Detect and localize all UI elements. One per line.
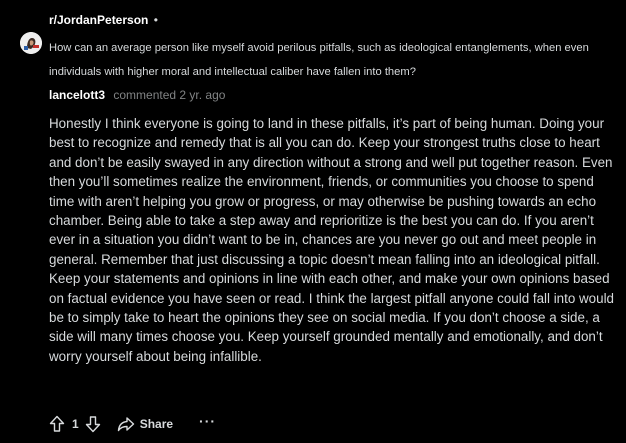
subreddit-avatar-image (20, 32, 42, 54)
subreddit-line: r/JordanPeterson • (49, 13, 158, 27)
upvote-arrow-icon[interactable] (49, 415, 65, 433)
vote-count: 1 (72, 417, 79, 431)
share-arrow-icon (117, 416, 135, 432)
share-label: Share (139, 417, 174, 431)
comment-meta: lancelott3 commented 2 yr. ago (49, 88, 225, 102)
downvote-arrow-icon[interactable] (85, 415, 101, 433)
post-title[interactable]: How can an average person like myself av… (49, 36, 609, 84)
comment-actions-bar: 1 Share ··· (49, 413, 216, 435)
comment-action: commented (113, 88, 177, 102)
separator-dot: • (153, 13, 158, 27)
comment-timestamp[interactable]: 2 yr. ago (179, 88, 225, 102)
more-options-button[interactable]: ··· (199, 413, 216, 429)
subreddit-avatar[interactable] (20, 32, 42, 54)
subreddit-name[interactable]: r/JordanPeterson (49, 13, 148, 27)
share-button[interactable]: Share (117, 416, 173, 432)
comment-body: Honestly I think everyone is going to la… (49, 116, 614, 364)
comment-author[interactable]: lancelott3 (49, 88, 105, 102)
